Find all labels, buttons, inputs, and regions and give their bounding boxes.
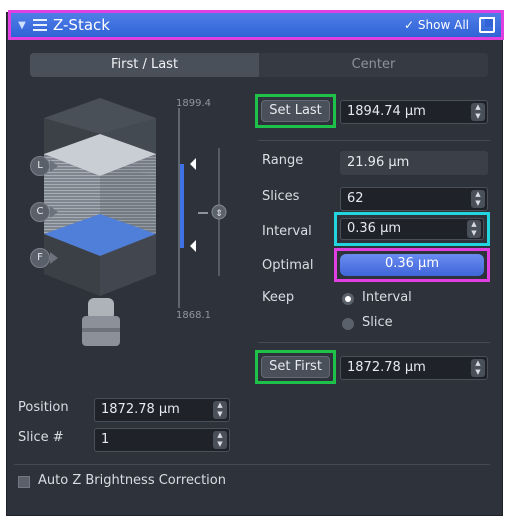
range-label: Range	[262, 153, 304, 168]
marker-last-letter: L	[30, 156, 50, 176]
range-value: 21.96 µm	[340, 151, 488, 175]
position-value: 1872.78 µm	[101, 402, 180, 417]
first-position-field[interactable]: 1872.78 µm ▲ ▼	[340, 356, 488, 380]
z-stack-header[interactable]: ▼ Z-Stack ✓ Show All	[8, 10, 504, 40]
show-all-toggle[interactable]: ✓ Show All	[404, 18, 469, 32]
position-label: Position	[18, 400, 69, 415]
scale-top-label: 1899.4	[176, 98, 211, 109]
list-icon	[33, 19, 47, 31]
spinner-icon[interactable]: ▲ ▼	[213, 431, 227, 449]
panel-title: Z-Stack	[53, 16, 110, 34]
marker-center-letter: C	[30, 202, 50, 222]
keep-label: Keep	[262, 290, 295, 305]
spinner-icon[interactable]: ▲ ▼	[471, 190, 485, 208]
caret-down-icon[interactable]: ▼	[11, 20, 33, 31]
interval-label: Interval	[262, 224, 312, 239]
keep-interval-label[interactable]: Interval	[362, 290, 412, 305]
divider	[14, 464, 490, 465]
tab-first-last[interactable]: First / Last	[30, 53, 259, 77]
tab-center[interactable]: Center	[259, 53, 488, 77]
spinner-icon[interactable]: ▲ ▼	[213, 401, 227, 419]
keep-interval-radio[interactable]	[342, 293, 354, 305]
last-position-value: 1894.74 µm	[347, 104, 426, 119]
scale-bottom-label: 1868.1	[176, 310, 211, 321]
slices-label: Slices	[262, 189, 300, 204]
set-first-button[interactable]: Set First	[261, 356, 330, 378]
marker-first[interactable]: F	[30, 246, 58, 274]
auto-z-label[interactable]: Auto Z Brightness Correction	[38, 473, 226, 488]
optimal-button[interactable]: 0.36 µm	[340, 254, 484, 276]
slice-number-field[interactable]: 1 ▲ ▼	[94, 428, 230, 452]
interval-field[interactable]: 0.36 µm ▲ ▼	[340, 218, 484, 240]
divider	[258, 140, 490, 141]
spinner-icon[interactable]: ▲ ▼	[471, 103, 485, 121]
interval-value: 0.36 µm	[347, 221, 402, 236]
spinner-icon[interactable]: ▲ ▼	[471, 359, 485, 377]
first-position-value: 1872.78 µm	[347, 360, 426, 375]
keep-slice-label[interactable]: Slice	[362, 315, 393, 330]
position-field[interactable]: 1872.78 µm ▲ ▼	[94, 398, 230, 422]
marker-first-letter: F	[30, 248, 50, 268]
slices-value: 62	[347, 191, 364, 206]
optimal-label: Optimal	[262, 258, 314, 273]
svg-text:⇕: ⇕	[215, 209, 223, 219]
slices-field[interactable]: 62 ▲ ▼	[340, 187, 488, 211]
slice-number-value: 1	[101, 432, 110, 447]
z-stack-visualization: ⇕ 1899.4 1868.1	[30, 88, 250, 378]
slice-number-label: Slice #	[18, 430, 64, 445]
divider	[258, 342, 490, 343]
keep-slice-radio[interactable]	[342, 318, 354, 330]
mode-tabs: First / Last Center	[30, 53, 488, 77]
spinner-icon[interactable]: ▲ ▼	[467, 220, 481, 238]
external-window-icon[interactable]	[479, 17, 495, 33]
set-last-button[interactable]: Set Last	[261, 100, 330, 122]
auto-z-checkbox[interactable]	[18, 476, 30, 488]
marker-last[interactable]: L	[30, 154, 58, 182]
stack-cube-graphic: ⇕	[44, 98, 227, 346]
last-position-field[interactable]: 1894.74 µm ▲ ▼	[340, 100, 488, 124]
marker-center[interactable]: C	[30, 200, 58, 228]
